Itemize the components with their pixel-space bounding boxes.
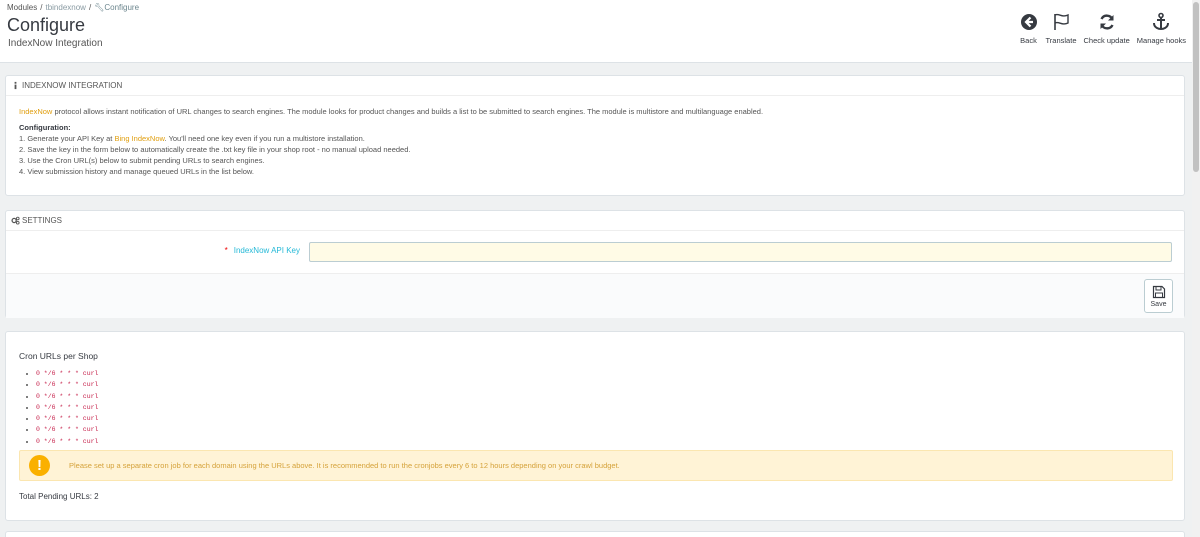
breadcrumb-modules[interactable]: Modules xyxy=(7,3,37,12)
breadcrumb: Modules / tbindexnow / 🔧︎Configure xyxy=(7,3,139,12)
check-update-label: Check update xyxy=(1083,36,1130,45)
config-step-2: 2. Save the key in the form below to aut… xyxy=(19,145,411,154)
cron-warning-alert: ! Please set up a separate cron job for … xyxy=(19,450,1173,481)
cron-url-item: 0 */6 * * * curl xyxy=(36,391,98,402)
back-label: Back xyxy=(1020,36,1037,45)
save-button[interactable]: Save xyxy=(1144,279,1173,313)
config-step-1-text-end: . You'll need one key even if you run a … xyxy=(164,134,365,143)
api-key-input[interactable] xyxy=(309,242,1172,262)
translate-button[interactable]: Translate xyxy=(1046,12,1077,45)
breadcrumb-module[interactable]: tbindexnow xyxy=(45,3,85,12)
cogs-icon xyxy=(11,216,20,225)
intro-description-text: protocol allows instant notification of … xyxy=(52,107,764,116)
flag-icon xyxy=(1054,13,1069,30)
settings-heading-text: SETTINGS xyxy=(22,215,63,225)
refresh-icon xyxy=(1100,14,1114,30)
cron-warning-text: Please set up a separate cron job for ea… xyxy=(69,461,620,470)
api-key-label-text: IndexNow API Key xyxy=(233,246,300,255)
cron-panel: Cron URLs per Shop 0 */6 * * * curl 0 */… xyxy=(5,331,1185,521)
intro-heading-text: INDEXNOW INTEGRATION xyxy=(22,80,123,90)
warning-icon: ! xyxy=(29,455,50,476)
save-icon xyxy=(1152,285,1165,298)
back-button[interactable]: Back xyxy=(1019,12,1039,45)
pending-urls-count: Total Pending URLs: 2 xyxy=(19,492,99,501)
cron-url-item: 0 */6 * * * curl xyxy=(36,436,98,447)
submission-list-panel xyxy=(5,531,1185,537)
settings-footer: Save xyxy=(6,273,1184,318)
arrow-circle-left-icon xyxy=(1020,14,1037,30)
info-icon xyxy=(14,81,17,90)
check-update-button[interactable]: Check update xyxy=(1084,12,1130,45)
api-key-label: * IndexNow API Key xyxy=(225,246,300,255)
cron-url-item: 0 */6 * * * curl xyxy=(36,424,98,435)
config-step-3: 3. Use the Cron URL(s) below to submit p… xyxy=(19,156,265,165)
save-label: Save xyxy=(1150,300,1167,308)
anchor-icon xyxy=(1153,12,1170,31)
intro-heading: INDEXNOW INTEGRATION xyxy=(6,76,1184,96)
config-step-1: 1. Generate your API Key at Bing IndexNo… xyxy=(19,133,1184,144)
cron-url-item: 0 */6 * * * curl xyxy=(36,368,98,379)
breadcrumb-current: Configure xyxy=(104,3,140,12)
settings-panel: SETTINGS * IndexNow API Key Save xyxy=(5,210,1185,318)
page-header: Modules / tbindexnow / 🔧︎Configure Configure… xyxy=(0,0,1192,63)
cron-url-list: 0 */6 * * * curl 0 */6 * * * curl 0 */6 … xyxy=(36,368,98,447)
settings-heading: SETTINGS xyxy=(6,211,1184,231)
intro-body: IndexNow protocol allows instant notific… xyxy=(6,96,1184,177)
configuration-title: Configuration: xyxy=(19,123,71,132)
manage-hooks-label: Manage hooks xyxy=(1136,36,1186,45)
translate-label: Translate xyxy=(1045,36,1077,45)
breadcrumb-separator: / xyxy=(40,3,43,12)
bing-indexnow-link[interactable]: Bing IndexNow xyxy=(114,134,164,143)
scrollbar-thumb[interactable] xyxy=(1193,2,1199,172)
indexnow-link[interactable]: IndexNow xyxy=(19,107,52,116)
breadcrumb-separator: / xyxy=(88,3,92,12)
intro-description: IndexNow protocol allows instant notific… xyxy=(19,106,1184,117)
page-title: Configure xyxy=(7,15,86,35)
toolbar: Back Translate Check update Manage hooks xyxy=(1012,12,1186,45)
page-scrollbar[interactable] xyxy=(1192,0,1200,537)
page-subtitle: IndexNow Integration xyxy=(8,38,103,49)
wrench-icon: 🔧︎ xyxy=(94,3,105,12)
cron-url-item: 0 */6 * * * curl xyxy=(36,379,98,390)
config-step-4: 4. View submission history and manage qu… xyxy=(19,167,254,176)
cron-url-item: 0 */6 * * * curl xyxy=(36,402,98,413)
cron-url-item: 0 */6 * * * curl xyxy=(36,413,98,424)
manage-hooks-button[interactable]: Manage hooks xyxy=(1137,12,1186,45)
intro-panel: INDEXNOW INTEGRATION IndexNow protocol a… xyxy=(5,75,1185,196)
required-marker: * xyxy=(224,246,228,255)
cron-title: Cron URLs per Shop xyxy=(19,351,98,361)
api-key-row: * IndexNow API Key xyxy=(6,242,1184,262)
config-step-1-text: 1. Generate your API Key at xyxy=(19,134,115,143)
